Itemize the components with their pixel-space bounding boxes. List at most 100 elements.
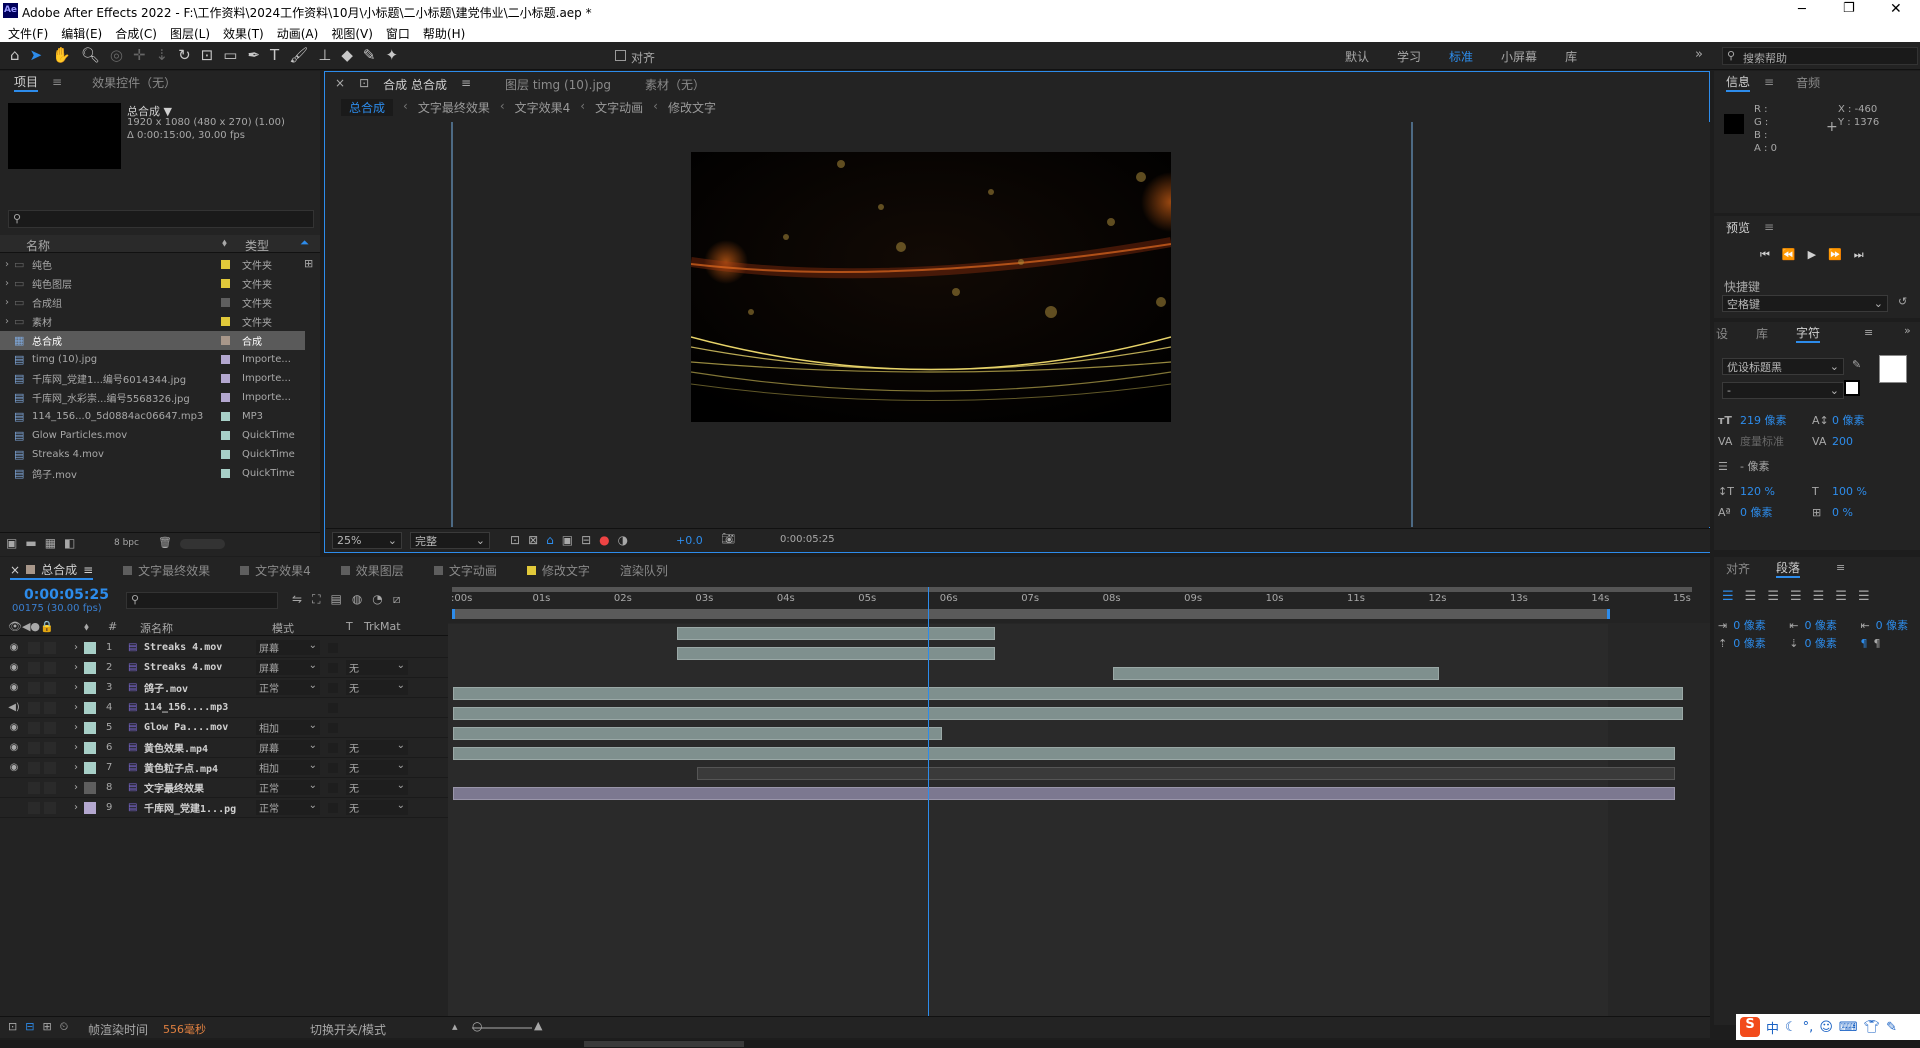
breadcrumb-item[interactable]: 文字效果4 [515,99,571,116]
next-frame-icon[interactable]: ⏩ [1828,248,1842,262]
expand-arrow-icon[interactable]: › [74,802,84,813]
time-ruler[interactable]: :00s 01s 02s 03s 04s 05s 06s 07s 08s 09s 10s 11s 12s… [448,587,1710,623]
work-area-range[interactable] [452,609,1610,619]
toggle-switches-modes[interactable]: 切换开关/模式 [310,1021,386,1038]
solo-toggle[interactable] [28,641,40,654]
orbit-tool-icon[interactable]: ◎ [110,46,123,64]
tracking-value[interactable]: 200 [1832,431,1853,452]
project-item[interactable]: ▤ 千库网_水彩崇...编号5568326.jpg Importe... [0,388,305,407]
timeline-search[interactable]: ⚲ [126,592,278,609]
solo-toggle[interactable] [28,761,40,774]
bpc-label[interactable]: 8 bpc [114,538,139,548]
preserve-transparency-toggle[interactable] [328,642,338,653]
menu-item[interactable]: 动画(A) [277,25,319,42]
shy-layers-icon[interactable]: ▤ [330,592,341,607]
timeline-tab[interactable]: 文字效果4 [240,561,311,580]
resolution-dropdown[interactable]: 完整 ⌄ [410,532,490,549]
exposure-reset-icon[interactable]: ◑ [618,533,628,547]
zoom-dropdown[interactable]: 25% ⌄ [332,532,402,549]
tab-audio[interactable]: 音频 [1796,74,1820,91]
close-tab-icon[interactable]: × [10,563,20,577]
project-item[interactable]: › ▭ 纯色 文件夹 [0,255,305,274]
baseline-value[interactable]: 0 像素 [1740,502,1812,523]
close-icon[interactable]: ✕ [1890,1,1902,17]
label-color[interactable] [84,801,96,814]
expand-arrow-icon[interactable]: › [0,259,14,270]
timeline-timecode[interactable]: 0:00:05:25 [24,587,109,603]
viewer-tab[interactable]: 合成 总合成 [383,76,447,93]
shortcut-dropdown[interactable]: 空格键 ⌄ [1722,295,1888,312]
layer-name[interactable]: Streaks 4.mov [144,662,254,673]
layer-mode-dropdown[interactable]: 相加 ⌄ [256,760,320,775]
preserve-transparency-toggle[interactable] [328,762,338,773]
visibility-eye-icon[interactable]: ◉ [0,682,28,693]
guide-options-icon[interactable]: ▣ [562,533,573,547]
layer-name[interactable]: Streaks 4.mov [144,642,254,653]
ltr-icon[interactable]: ¶ [1860,635,1867,653]
tab-menu-icon[interactable]: ≡ [1836,561,1845,574]
menu-item[interactable]: 文件(F) [8,25,48,42]
tab-menu-icon[interactable]: ≡ [461,76,471,93]
workspace-tab[interactable]: 默认 [1345,48,1369,65]
layer-duration-bar[interactable] [697,767,1675,780]
workspace-tab[interactable]: 学习 [1397,48,1421,65]
font-family-dropdown[interactable]: 优设标题黑 ⌄ [1722,358,1844,375]
project-item[interactable]: ▤ Glow Particles.mov QuickTime [0,426,305,445]
tab-menu-icon[interactable]: ≡ [1864,326,1873,339]
col-type[interactable]: 类型 [245,237,269,254]
expand-arrow-icon[interactable]: › [0,278,14,289]
tab-effect-controls[interactable]: 效果控件（无） [92,74,176,91]
snapshot-icon[interactable]: 📷︎ [721,532,735,545]
tab-project[interactable]: 项目 [14,73,39,92]
expand-arrow-icon[interactable]: › [74,702,84,713]
tab-paragraph[interactable]: 段落 [1776,559,1801,578]
align-center-icon[interactable]: ☰ [1745,589,1757,604]
layer-duration-bar[interactable] [453,687,1683,700]
menu-item[interactable]: 编辑(E) [61,25,102,42]
layer-row[interactable]: ◉ › 3 ▤ 鸽子.mov 正常 ⌄ 无 ⌄ [0,678,448,698]
justify-center-icon[interactable]: ☰ [1813,589,1825,604]
workspace-tab[interactable]: 小屏幕 [1501,48,1537,65]
expand-arrow-icon[interactable]: › [74,782,84,793]
label-color[interactable] [84,661,96,674]
work-area-bar[interactable] [452,587,1692,592]
project-item[interactable]: ▤ timg (10).jpg Importe... [0,350,305,369]
type-tool-icon[interactable]: T [270,46,279,64]
kerning-value[interactable]: 度量标准 [1740,431,1812,452]
project-item[interactable]: › ▭ 素材 文件夹 [0,312,305,331]
stroke-width-value[interactable]: - 像素 [1740,456,1812,477]
menu-item[interactable]: 合成(C) [115,25,157,42]
space-before-value[interactable]: 0 像素 [1733,635,1783,653]
viewer-timecode[interactable]: 0:00:05:25 [780,534,835,545]
expand-arrow-icon[interactable]: › [74,682,84,693]
layer-row[interactable]: › 9 ▤ 千库网_党建1...pg 正常 ⌄ 无 ⌄ [0,798,448,818]
project-scrollbar[interactable] [180,539,225,549]
menu-item[interactable]: 窗口 [386,25,410,42]
layer-mode-dropdown[interactable]: 正常 ⌄ [256,800,320,815]
expand-arrow-icon[interactable]: › [74,662,84,673]
tab-menu-icon[interactable]: ≡ [1764,75,1774,89]
project-item[interactable]: ▤ 鸽子.mov QuickTime [0,464,305,483]
breadcrumb-item[interactable]: 文字最终效果 [418,99,490,116]
layer-duration-bar[interactable] [677,627,995,640]
new-comp-icon[interactable]: ▦ [45,536,56,550]
layer-row[interactable]: ◉ › 7 ▤ 黄色粒子点.mp4 相加 ⌄ 无 ⌄ [0,758,448,778]
visibility-eye-icon[interactable]: ◉ [0,762,28,773]
layer-row[interactable]: › 8 ▤ 文字最终效果 正常 ⌄ 无 ⌄ [0,778,448,798]
first-frame-icon[interactable]: ⏮ [1760,248,1770,262]
label-color[interactable] [84,781,96,794]
timeline-tab[interactable]: × 总合成 ≡ [10,561,94,580]
expand-arrow-icon[interactable]: › [0,297,14,308]
project-item[interactable]: ▤ 114_156...0_5d0884ac06647.mp3 MP3 [0,407,305,426]
layer-switches-icon[interactable]: ⊡ [8,1020,17,1034]
preserve-transparency-toggle[interactable] [328,702,338,713]
prev-frame-icon[interactable]: ⏪ [1782,248,1796,262]
visibility-eye-icon[interactable]: ◉ [0,742,28,753]
label-color[interactable] [84,721,96,734]
fill-color-swatch[interactable] [1879,355,1907,383]
menu-item[interactable]: 效果(T) [223,25,264,42]
font-size-value[interactable]: 219 像素 [1740,410,1812,431]
project-item[interactable]: ▤ 千库网_党建1...编号6014344.jpg Importe... [0,369,305,388]
timeline-tab[interactable]: 效果图层 [340,561,404,580]
frame-blending-icon[interactable]: ◍ [352,592,362,607]
